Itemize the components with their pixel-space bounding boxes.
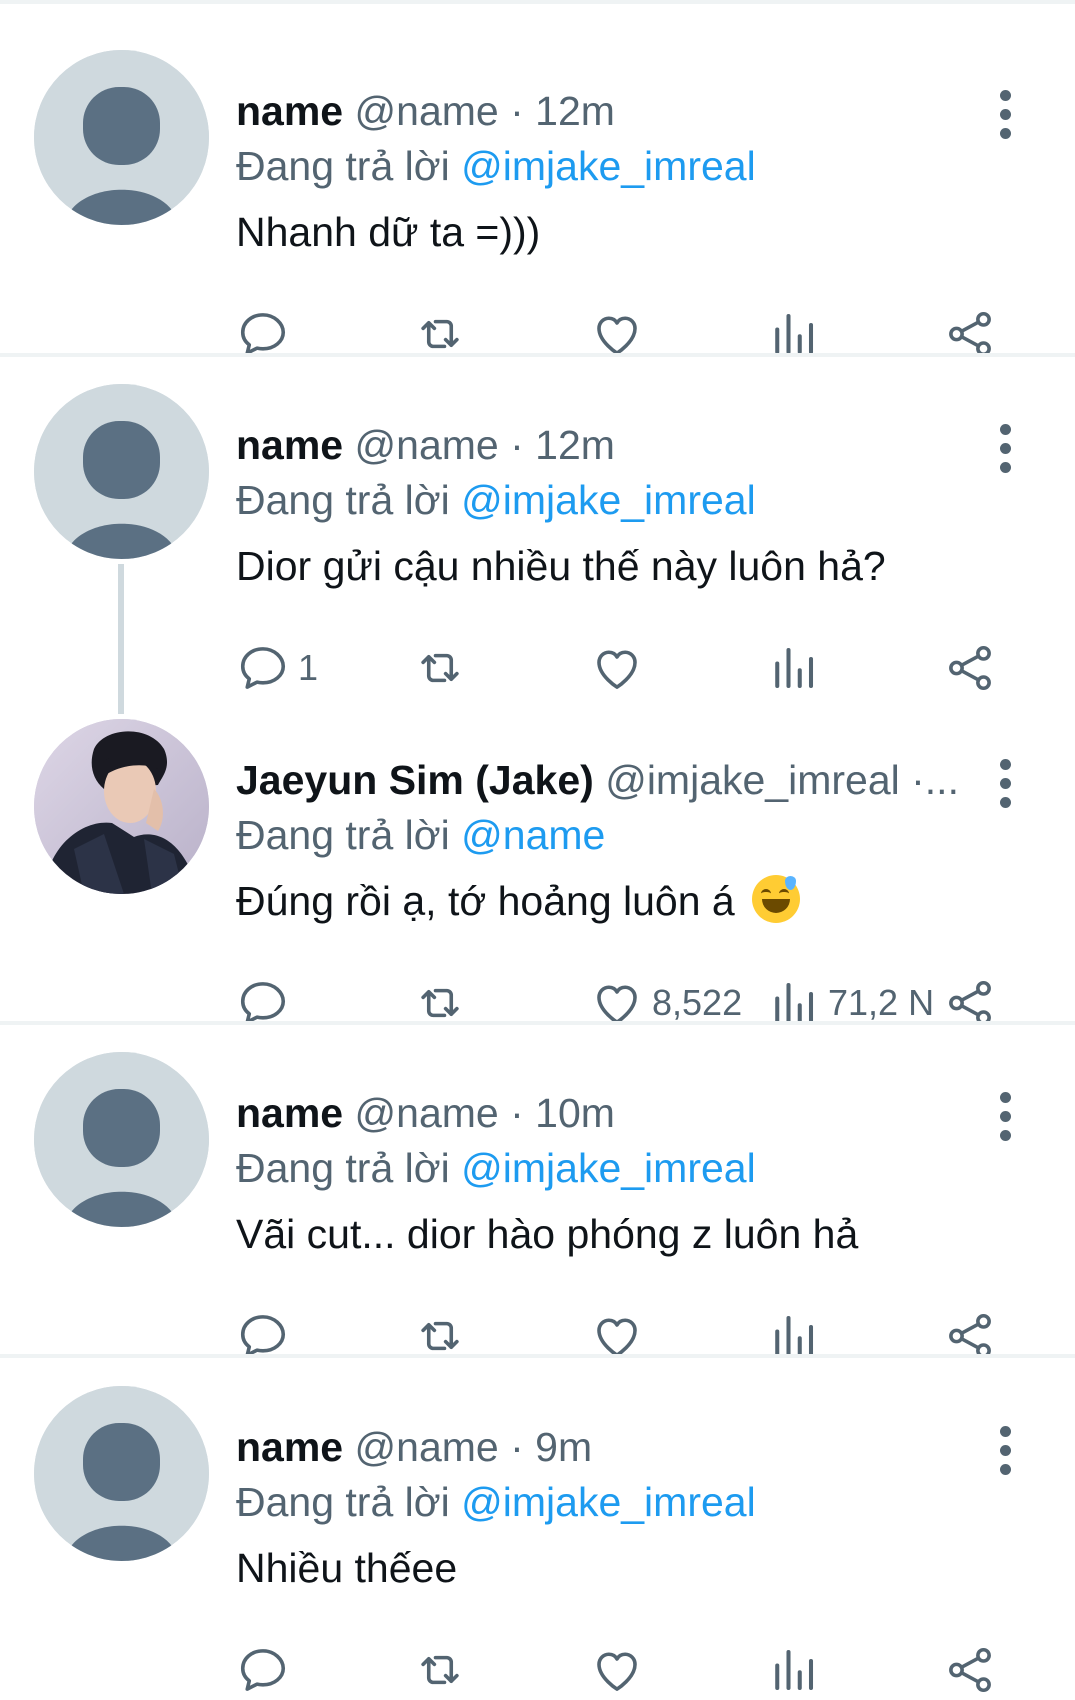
user-handle[interactable]: @imjake_imreal <box>605 757 900 803</box>
replying-prefix: Đang trả lời <box>236 1479 450 1525</box>
default-profile-icon <box>34 1052 209 1227</box>
tweet-header: name @name · 10m <box>236 1083 976 1143</box>
more-vertical-icon[interactable] <box>995 1092 1015 1142</box>
replying-to-line: Đang trả lời @name <box>236 805 605 865</box>
tweet-divider <box>0 1021 1075 1025</box>
reply-count: 1 <box>298 647 319 688</box>
like-button[interactable] <box>590 638 652 698</box>
tweet-text: Nhiều thếee <box>236 1545 458 1591</box>
more-vertical-icon[interactable] <box>995 90 1015 140</box>
reply-icon <box>240 647 286 689</box>
replying-prefix: Đang trả lời <box>236 477 450 523</box>
avatar-placeholder[interactable] <box>34 384 209 559</box>
replying-to-line: Đang trả lời @imjake_imreal <box>236 1472 756 1532</box>
grinning-face-with-sweat-icon <box>752 875 801 923</box>
user-handle[interactable]: @name <box>355 88 499 134</box>
like-button[interactable] <box>590 1640 652 1700</box>
reply-button[interactable]: 1 <box>236 638 318 698</box>
avatar-placeholder[interactable] <box>34 50 209 225</box>
display-name[interactable]: Jaeyun Sim (Jake) <box>236 757 594 803</box>
share-icon <box>949 645 991 691</box>
views-button[interactable] <box>766 1640 828 1700</box>
tweet-text-container: Đúng rồi ạ, tớ hoảng luôn á <box>236 871 801 931</box>
user-handle[interactable]: @name <box>355 1090 499 1136</box>
top-divider <box>0 0 1075 4</box>
separator-dot: · <box>510 422 524 468</box>
more-vertical-icon[interactable] <box>995 424 1015 474</box>
timestamp[interactable]: 9m <box>535 1424 592 1470</box>
retweet-icon <box>421 653 459 683</box>
tweet-divider <box>0 353 1075 357</box>
display-name[interactable]: name <box>236 1090 343 1136</box>
separator-dot: · <box>510 1090 524 1136</box>
tweet-text: Đúng rồi ạ, tớ hoảng luôn á <box>236 878 735 924</box>
retweet-button[interactable] <box>413 638 467 698</box>
separator-dot: · <box>510 1424 524 1470</box>
share-button[interactable] <box>943 638 997 698</box>
timestamp[interactable]: 10m <box>535 1090 615 1136</box>
profile-photo <box>34 719 209 894</box>
default-profile-icon <box>34 50 209 225</box>
tweet-actions: 1 <box>0 638 1075 698</box>
replying-to-line: Đang trả lời @imjake_imreal <box>236 1138 756 1198</box>
mention-link[interactable]: @name <box>461 812 605 858</box>
replying-to-line: Đang trả lời @imjake_imreal <box>236 470 756 530</box>
separator-dot: ·... <box>911 757 959 803</box>
more-vertical-icon[interactable] <box>995 759 1015 809</box>
share-icon <box>949 1647 991 1693</box>
timestamp[interactable]: 12m <box>535 422 615 468</box>
timestamp[interactable]: 12m <box>535 88 615 134</box>
default-profile-icon <box>34 384 209 559</box>
replying-prefix: Đang trả lời <box>236 1145 450 1191</box>
tweet-divider <box>0 1354 1075 1358</box>
avatar-placeholder[interactable] <box>34 1052 209 1227</box>
tweet-header: name @name · 12m <box>236 81 976 141</box>
heart-icon <box>597 650 637 689</box>
retweet-button[interactable] <box>413 1640 467 1700</box>
tweet-header: name @name · 9m <box>236 1417 976 1477</box>
tweet-header: Jaeyun Sim (Jake) @imjake_imreal ·... <box>236 750 976 810</box>
heart-icon <box>597 1652 637 1691</box>
default-profile-icon <box>34 1386 209 1561</box>
display-name[interactable]: name <box>236 88 343 134</box>
views-button[interactable] <box>766 638 828 698</box>
like-count: 8,522 <box>652 982 743 1023</box>
replying-prefix: Đang trả lời <box>236 812 450 858</box>
views-icon <box>775 647 814 689</box>
tweet-text: Dior gửi cậu nhiều thế này luôn hả? <box>236 543 886 589</box>
mention-link[interactable]: @imjake_imreal <box>461 1145 756 1191</box>
view-count: 71,2 N <box>828 982 935 1023</box>
mention-link[interactable]: @imjake_imreal <box>461 477 756 523</box>
more-vertical-icon[interactable] <box>995 1426 1015 1476</box>
display-name[interactable]: name <box>236 1424 343 1470</box>
share-button[interactable] <box>943 1640 997 1700</box>
mention-link[interactable]: @imjake_imreal <box>461 143 756 189</box>
replying-to-line: Đang trả lời @imjake_imreal <box>236 136 756 196</box>
avatar[interactable] <box>34 719 209 894</box>
reply-icon <box>240 1649 286 1691</box>
tweet-text: Nhanh dữ ta =))) <box>236 209 541 255</box>
user-handle[interactable]: @name <box>355 1424 499 1470</box>
views-icon <box>775 1649 814 1691</box>
display-name[interactable]: name <box>236 422 343 468</box>
tweet-header: name @name · 12m <box>236 415 976 475</box>
tweet-actions <box>0 1640 1075 1700</box>
separator-dot: · <box>510 88 524 134</box>
reply-button[interactable] <box>236 1640 298 1700</box>
avatar-placeholder[interactable] <box>34 1386 209 1561</box>
replying-prefix: Đang trả lời <box>236 143 450 189</box>
retweet-icon <box>421 1655 459 1685</box>
mention-link[interactable]: @imjake_imreal <box>461 1479 756 1525</box>
user-handle[interactable]: @name <box>355 422 499 468</box>
tweet-text: Vãi cut... dior hào phóng z luôn hả <box>236 1211 859 1257</box>
